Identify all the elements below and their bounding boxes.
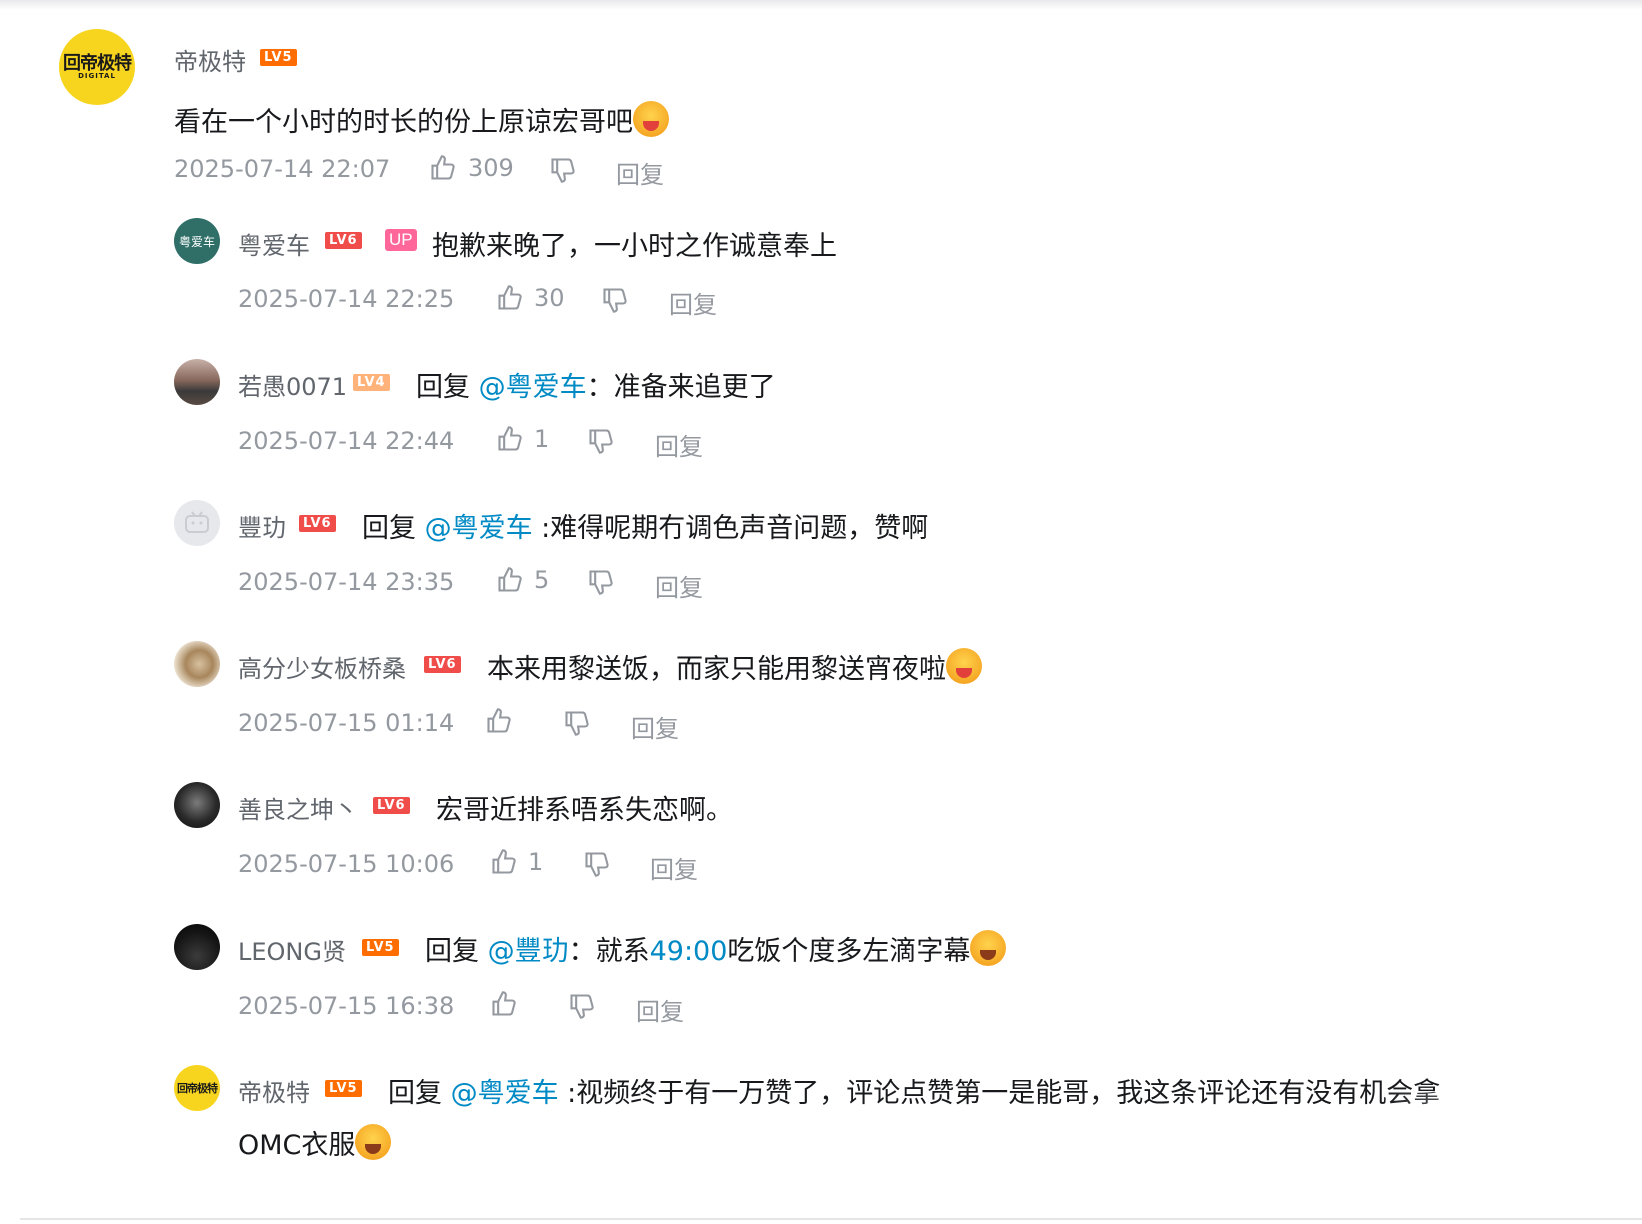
dislike-icon[interactable]: [582, 850, 612, 878]
reply-button[interactable]: 回复: [631, 709, 679, 744]
timestamp: 2025-07-15 16:38: [238, 992, 455, 1020]
timestamp-link[interactable]: 49:00: [650, 936, 728, 967]
level-badge: LV5: [260, 49, 297, 66]
mention-link[interactable]: @豐玏: [488, 936, 569, 967]
avatar[interactable]: 回帝极特 DIGITAL: [59, 29, 135, 105]
timestamp: 2025-07-15 10:06: [238, 850, 455, 878]
username[interactable]: 帝极特: [238, 1073, 310, 1108]
avatar[interactable]: [174, 359, 220, 405]
reply-button[interactable]: 回复: [655, 427, 703, 462]
comment-content: 回复 @粤爱车 :视频终于有一万赞了，评论点赞第一是能哥，我这条评论还有没有机会…: [388, 1078, 1441, 1109]
comment-content-line2: OMC衣服: [238, 1123, 392, 1162]
timestamp: 2025-07-15 01:14: [238, 709, 455, 737]
emoji-icon: [633, 101, 669, 137]
username[interactable]: 善良之坤丶: [238, 790, 358, 825]
avatar[interactable]: 粤爱车: [174, 218, 220, 264]
comment-content: 看在一个小时的时长的份上原谅宏哥吧: [174, 100, 669, 139]
dislike-icon[interactable]: [567, 992, 597, 1020]
like-icon[interactable]: [489, 848, 519, 876]
comment-content: 回复 @粤爱车：准备来追更了: [416, 372, 776, 403]
fade-overlay: [1380, 1092, 1642, 1162]
top-shadow: [0, 0, 1642, 10]
dislike-icon[interactable]: [586, 568, 616, 596]
comment-content: 回复 @粤爱车 :难得呢期冇调色声音问题，赞啊: [362, 513, 929, 544]
like-icon[interactable]: [428, 154, 458, 182]
username[interactable]: 豐玏: [238, 508, 286, 543]
comment-content: 抱歉来晚了，一小时之作诚意奉上: [432, 231, 837, 262]
avatar[interactable]: 回帝极特: [174, 1065, 220, 1111]
like-icon[interactable]: [489, 990, 519, 1018]
default-avatar-icon: [185, 511, 209, 533]
divider: [20, 1218, 1642, 1220]
mention-link[interactable]: @粤爱车: [451, 1078, 559, 1109]
username[interactable]: 帝极特: [174, 42, 246, 77]
like-count: 1: [528, 848, 544, 876]
level-badge: LV6: [325, 232, 362, 249]
like-icon[interactable]: [495, 425, 525, 453]
dislike-icon[interactable]: [586, 427, 616, 455]
like-icon[interactable]: [484, 707, 514, 735]
like-count: 1: [534, 425, 550, 453]
comment-content: 回复 @豐玏：就系49:00吃饭个度多左滴字幕: [425, 929, 1007, 968]
avatar[interactable]: [174, 782, 220, 828]
reply-button[interactable]: 回复: [650, 850, 698, 885]
like-icon[interactable]: [495, 566, 525, 594]
emoji-icon: [355, 1124, 392, 1160]
mention-link[interactable]: @粤爱车: [425, 513, 533, 544]
emoji-icon: [946, 648, 982, 684]
timestamp: 2025-07-14 22:44: [238, 427, 455, 455]
mention-link[interactable]: @粤爱车: [479, 372, 587, 403]
avatar[interactable]: [174, 924, 220, 970]
dislike-icon[interactable]: [548, 156, 578, 184]
username[interactable]: 粤爱车: [238, 226, 310, 261]
emoji-icon: [970, 930, 1007, 966]
like-count: 5: [534, 566, 550, 594]
username[interactable]: 若愚0071: [238, 367, 347, 402]
timestamp: 2025-07-14 23:35: [238, 568, 455, 596]
comment-content: 本来用黎送饭，而家只能用黎送宵夜啦: [487, 647, 982, 686]
level-badge: LV5: [325, 1080, 362, 1097]
reply-button[interactable]: 回复: [669, 285, 717, 320]
reply-button[interactable]: 回复: [655, 568, 703, 603]
up-badge: UP: [385, 229, 417, 251]
avatar[interactable]: [174, 500, 220, 546]
reply-button[interactable]: 回复: [636, 992, 684, 1027]
level-badge: LV5: [362, 939, 399, 956]
level-badge: LV6: [373, 797, 410, 814]
level-badge: LV6: [424, 656, 461, 673]
timestamp: 2025-07-14 22:07: [174, 155, 391, 183]
username[interactable]: 高分少女板桥桑: [238, 649, 406, 684]
comment-content: 宏哥近排系唔系失恋啊。: [436, 795, 733, 826]
reply-button[interactable]: 回复: [616, 155, 664, 190]
dislike-icon[interactable]: [562, 709, 592, 737]
level-badge: LV4: [353, 374, 390, 391]
username[interactable]: LEONG贤: [238, 932, 346, 967]
level-badge: LV6: [299, 515, 336, 532]
like-count: 30: [534, 284, 565, 312]
like-count: 309: [468, 154, 514, 182]
timestamp: 2025-07-14 22:25: [238, 285, 455, 313]
dislike-icon[interactable]: [600, 286, 630, 314]
avatar[interactable]: [174, 641, 220, 687]
like-icon[interactable]: [495, 284, 525, 312]
